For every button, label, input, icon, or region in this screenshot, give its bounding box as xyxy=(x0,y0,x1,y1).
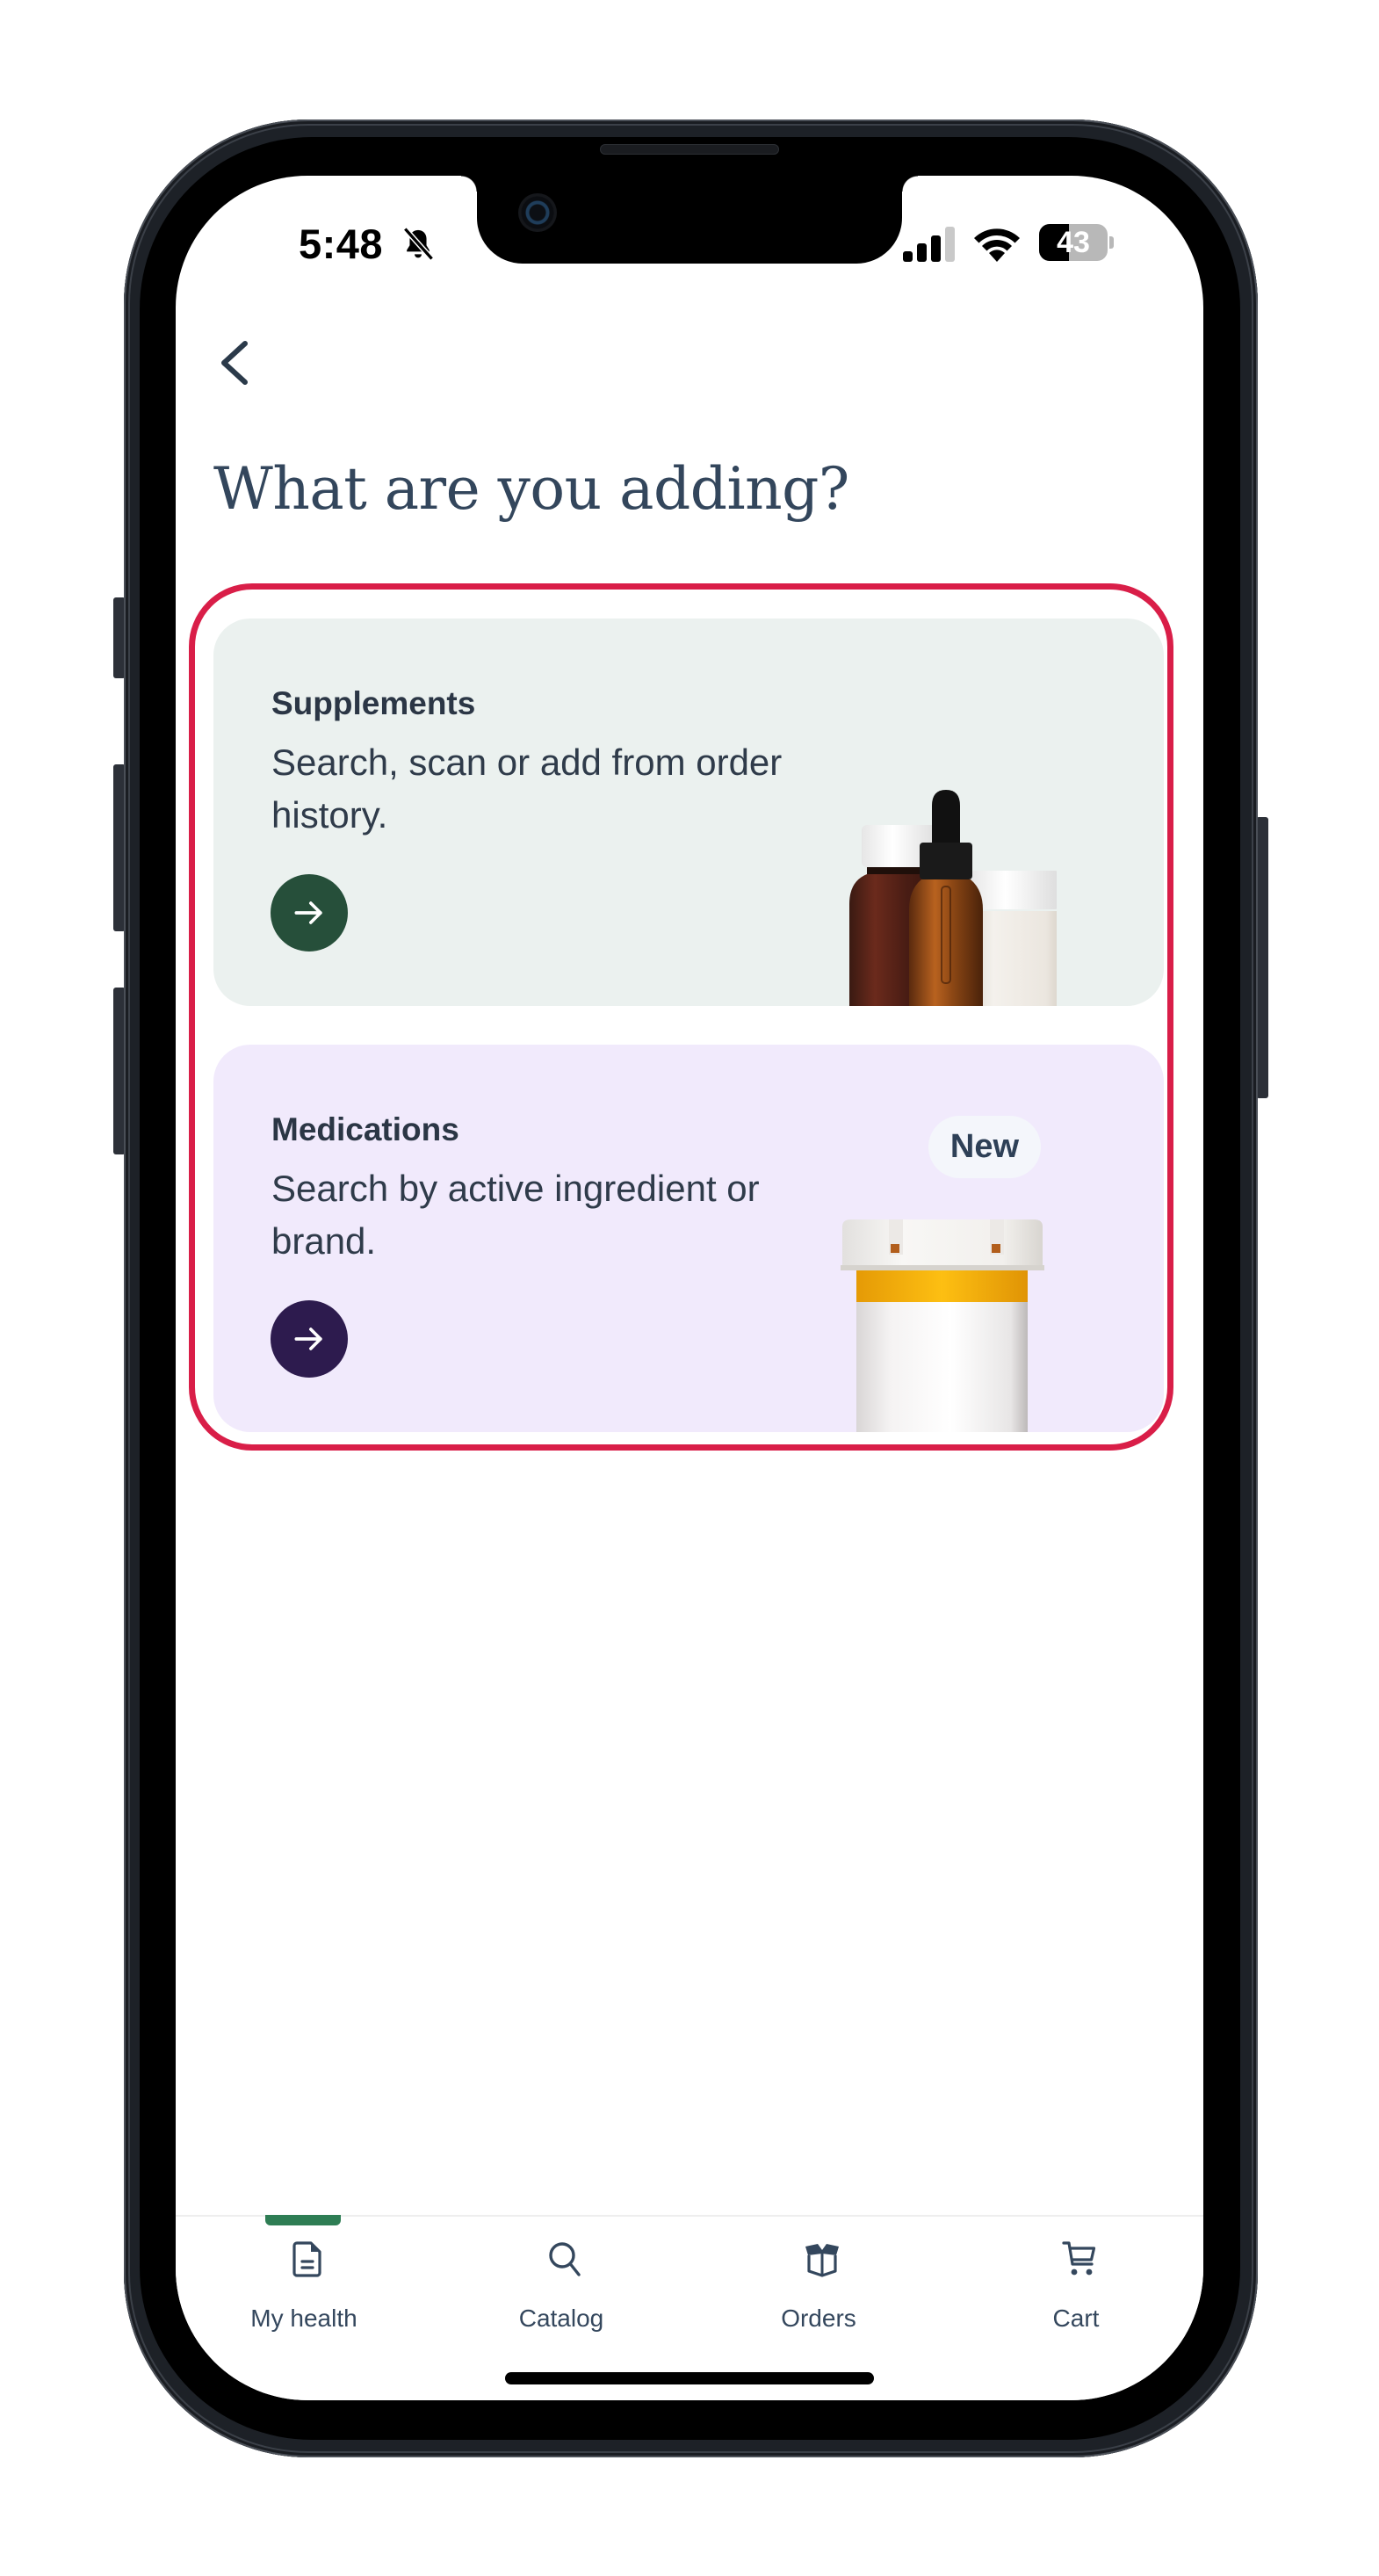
signal-bar xyxy=(903,251,913,262)
home-indicator[interactable] xyxy=(505,2372,874,2384)
status-time: 5:48 xyxy=(299,221,384,267)
open-box-icon xyxy=(805,2244,839,2277)
battery-icon: 43 xyxy=(1039,224,1108,261)
cellular-signal-icon xyxy=(903,227,955,262)
nav-item-my-health[interactable]: My health xyxy=(176,2215,432,2357)
document-icon xyxy=(292,2241,321,2277)
supplements-card[interactable]: Supplements Search, scan or add from ord… xyxy=(213,619,1164,1006)
card-description: Search by active ingredient or brand. xyxy=(271,1168,760,1262)
phone-screen: 5:48 43 What are you adding? Supplements… xyxy=(176,176,1203,2400)
supplements-arrow-button[interactable] xyxy=(271,874,348,952)
nav-label: My health xyxy=(250,2305,357,2332)
medications-card[interactable]: Medications Search by active ingredient … xyxy=(213,1045,1164,1432)
active-tab-indicator xyxy=(265,2215,341,2225)
prescription-bottle-image xyxy=(841,1219,1044,1432)
new-badge: New xyxy=(928,1116,1041,1178)
card-title: Medications xyxy=(271,1111,459,1147)
cart-icon xyxy=(1062,2241,1096,2276)
chevron-left-icon xyxy=(221,341,248,385)
nav-item-cart[interactable]: Cart xyxy=(948,2217,1203,2357)
nav-label: Cart xyxy=(1052,2305,1100,2332)
medications-arrow-button[interactable] xyxy=(271,1300,348,1378)
nav-item-orders[interactable]: Orders xyxy=(690,2217,947,2357)
wifi-icon xyxy=(974,228,1020,262)
search-icon xyxy=(549,2242,581,2276)
back-button[interactable] xyxy=(209,332,271,394)
supplement-bottles-image xyxy=(849,790,1057,1006)
arrow-right-icon xyxy=(294,901,322,924)
nav-item-catalog[interactable]: Catalog xyxy=(433,2217,690,2357)
notch xyxy=(461,176,918,264)
card-title: Supplements xyxy=(271,685,476,721)
arrow-right-icon xyxy=(294,1328,322,1350)
bell-slash-icon xyxy=(403,227,434,261)
front-camera xyxy=(518,193,557,232)
signal-bar xyxy=(945,227,955,262)
signal-bar xyxy=(917,243,927,262)
power-button xyxy=(1256,817,1268,1098)
card-description: Search, scan or add from order history. xyxy=(271,742,783,836)
page-title: What are you adding? xyxy=(213,455,849,523)
battery-percent: 43 xyxy=(1057,226,1090,259)
nav-label: Catalog xyxy=(518,2305,604,2332)
battery-nub xyxy=(1109,236,1114,249)
earpiece-speaker xyxy=(600,144,779,155)
nav-label: Orders xyxy=(781,2305,856,2332)
signal-bar xyxy=(931,235,941,262)
